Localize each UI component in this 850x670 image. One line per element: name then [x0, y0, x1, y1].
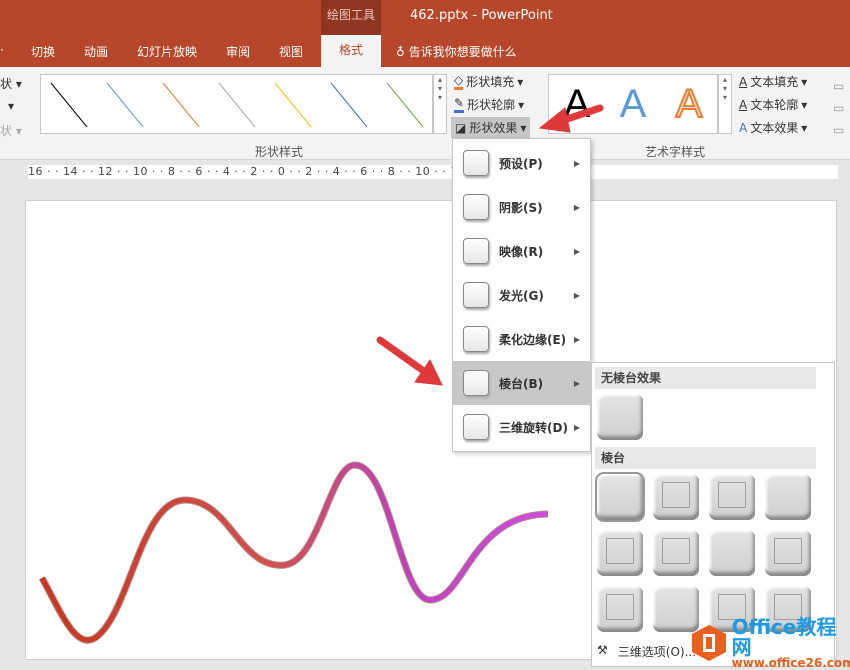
- menu-item-label: 棱台(B): [499, 376, 544, 391]
- effect-preview-icon: [463, 282, 489, 308]
- bevel-inner: [718, 482, 746, 508]
- bevel-option[interactable]: [709, 530, 755, 576]
- bevel-inner: [662, 482, 690, 508]
- effects-menu-item[interactable]: 预设(P) ▶: [453, 141, 590, 185]
- 3d-options-label: 三维选项(O)...: [617, 645, 697, 659]
- submenu-arrow-icon: ▶: [573, 334, 580, 344]
- arrowhead: [538, 107, 571, 133]
- bevel-none-option[interactable]: [597, 394, 643, 440]
- submenu-arrow-icon: ▶: [573, 202, 580, 212]
- watermark-url: www.office26.com: [731, 656, 850, 670]
- bevel-inner: [606, 538, 634, 564]
- curved-line-shape: [38, 461, 549, 644]
- annotation-arrow: [376, 336, 429, 376]
- effect-preview-icon: [463, 150, 489, 176]
- bevel-option[interactable]: [595, 472, 645, 522]
- office-logo-icon: [692, 625, 726, 661]
- submenu-arrow-icon: ▶: [573, 378, 580, 388]
- menu-item-label: 发光(G): [499, 288, 544, 303]
- bevel-option[interactable]: [653, 530, 699, 576]
- menu-item-label: 预设(P): [499, 156, 543, 171]
- effect-preview-icon: [463, 326, 489, 352]
- bevel-option[interactable]: [653, 474, 699, 520]
- effects-menu-item[interactable]: 映像(R) ▶: [453, 229, 590, 273]
- menu-item-label: 阴影(S): [499, 200, 543, 215]
- submenu-arrow-icon: ▶: [573, 246, 580, 256]
- effects-menu-item[interactable]: 棱台(B) ▶: [453, 361, 590, 405]
- effect-preview-icon: [463, 194, 489, 220]
- bevel-header: 棱台: [595, 447, 816, 469]
- menu-item-label: 柔化边缘(E): [499, 332, 567, 347]
- submenu-arrow-icon: ▶: [573, 290, 580, 300]
- effects-menu-item[interactable]: 柔化边缘(E) ▶: [453, 317, 590, 361]
- shape-effects-menu: 预设(P) ▶ 阴影(S) ▶ 映像(R) ▶ 发光(G) ▶ 柔化边缘(E) ▶ 棱台(B) ▶ 三维…: [452, 138, 591, 452]
- bevel-option[interactable]: [597, 530, 643, 576]
- effects-menu-item[interactable]: 三维旋转(D) ▶: [453, 405, 590, 449]
- submenu-arrow-icon: ▶: [573, 158, 580, 168]
- effects-menu-item[interactable]: 阴影(S) ▶: [453, 185, 590, 229]
- bevel-inner: [774, 538, 802, 564]
- 3d-options-button[interactable]: ⚒ 三维选项(O)...: [597, 643, 696, 660]
- 3d-options-icon: ⚒: [597, 643, 608, 657]
- bevel-option[interactable]: [597, 586, 643, 632]
- watermark-name: Office教程网: [731, 615, 837, 659]
- bevel-inner: [662, 538, 690, 564]
- effects-menu-item[interactable]: 发光(G) ▶: [453, 273, 590, 317]
- menu-item-label: 映像(R): [499, 244, 544, 259]
- bevel-inner: [606, 594, 634, 620]
- effect-preview-icon: [463, 238, 489, 264]
- bevel-option[interactable]: [765, 530, 811, 576]
- bevel-option[interactable]: [765, 474, 811, 520]
- menu-item-label: 三维旋转(D): [499, 420, 568, 435]
- effect-preview-icon: [463, 370, 489, 396]
- no-bevel-header: 无棱台效果: [595, 367, 816, 389]
- bevel-option[interactable]: [709, 474, 755, 520]
- effect-preview-icon: [463, 414, 489, 440]
- watermark-logo: Office教程网 www.office26.com: [690, 617, 850, 669]
- submenu-arrow-icon: ▶: [573, 422, 580, 432]
